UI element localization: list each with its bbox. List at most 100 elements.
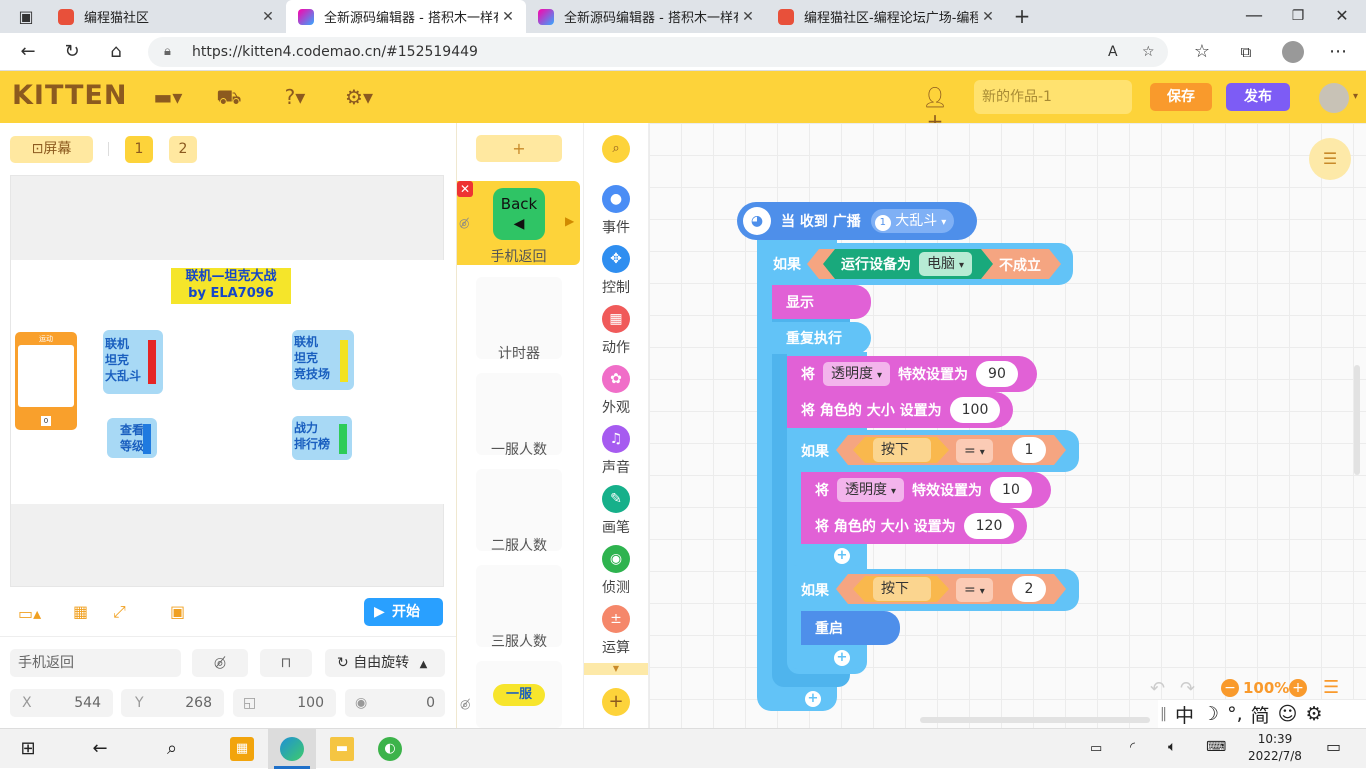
volume-icon[interactable]: 🔈︎: [1168, 739, 1176, 755]
settings-icon[interactable]: ⚙▾: [344, 85, 374, 109]
hidden-eye-icon[interactable]: ◎̸: [459, 216, 469, 230]
screen-button[interactable]: ⊡屏幕: [10, 136, 93, 163]
align-blocks-icon[interactable]: ☰: [1323, 677, 1339, 698]
browser-tab-2[interactable]: 全新源码编辑器 - 搭积木一样有趣 ✕: [286, 0, 526, 33]
repeat-forever-block[interactable]: 重复执行: [772, 322, 871, 354]
set-effect-block[interactable]: 将 透明度 ▾ 特效设置为 90: [787, 356, 1037, 392]
clock[interactable]: 10:39 2022/7/8: [1244, 731, 1306, 765]
add-sprite-button[interactable]: +: [476, 135, 562, 162]
search-icon[interactable]: ⌕: [160, 737, 184, 761]
browser-tab-4[interactable]: 编程猫社区-编程论坛广场-编程学习 ✕: [766, 0, 1006, 33]
delete-sprite-icon[interactable]: ✕: [457, 181, 473, 197]
grid-icon[interactable]: ▦: [73, 602, 88, 621]
lock-toggle-icon[interactable]: ⊓: [260, 649, 312, 677]
y-field[interactable]: Y 268: [121, 689, 224, 717]
app-icon[interactable]: ◐: [378, 737, 402, 761]
close-tab-icon[interactable]: ✕: [498, 9, 518, 25]
refresh-icon[interactable]: ↻: [58, 39, 86, 65]
windows-start-icon[interactable]: ⊞: [16, 737, 40, 761]
category-motion[interactable]: ▦ 动作: [583, 305, 649, 357]
ime-settings-icon[interactable]: ⚙: [1305, 703, 1322, 725]
help-icon[interactable]: ?▾: [280, 85, 310, 109]
set-size-block-2[interactable]: 将 角色的 大小 设置为 120: [801, 508, 1027, 544]
tab-actions-icon[interactable]: ▣: [12, 4, 40, 30]
save-button[interactable]: 保存: [1150, 83, 1212, 111]
sprite-item-selected[interactable]: ✕ ◎̸ Back ◀ ▶ 手机返回: [457, 181, 580, 265]
effect-dropdown[interactable]: 透明度 ▾: [837, 478, 905, 502]
favorites-icon[interactable]: ☆: [1188, 39, 1216, 65]
add-extension-icon[interactable]: +: [602, 688, 630, 716]
device-dropdown[interactable]: 电脑 ▾: [919, 252, 972, 276]
ime-chinese-mode[interactable]: 中: [1175, 701, 1194, 728]
category-looks[interactable]: ✿ 外观: [583, 365, 649, 417]
scroll-down-icon[interactable]: ▼: [584, 663, 648, 675]
screen-tab-1[interactable]: 1: [125, 136, 153, 163]
effect-value-input[interactable]: 10: [990, 477, 1032, 503]
horizontal-scrollbar[interactable]: [920, 717, 1150, 723]
category-operators[interactable]: ± 运算: [583, 605, 649, 657]
broadcast-hat-block[interactable]: ◕ 当 收到 广播 1 大乱斗 ▾: [737, 202, 977, 240]
restore-icon[interactable]: ❐: [1284, 3, 1312, 29]
emoji-icon[interactable]: ☺: [1278, 703, 1298, 725]
notification-icon[interactable]: ▭: [1326, 737, 1341, 756]
screen-tab-2[interactable]: 2: [169, 136, 197, 163]
battery-icon[interactable]: ▭: [1090, 741, 1102, 756]
close-tab-icon[interactable]: ✕: [738, 9, 758, 25]
size-value-input[interactable]: 120: [963, 513, 1015, 539]
user-avatar[interactable]: [1319, 83, 1349, 113]
restart-block[interactable]: 重启: [801, 611, 900, 645]
category-events[interactable]: ● 事件: [583, 185, 649, 237]
zoom-out-icon[interactable]: −: [1221, 679, 1239, 697]
key-pressed-block[interactable]: 按下b▾: [853, 437, 949, 463]
broadcast-dropdown[interactable]: 1 大乱斗 ▾: [870, 209, 955, 233]
ime-simplified[interactable]: 简: [1251, 701, 1270, 728]
stage-ratio-icon[interactable]: ▭▴: [18, 604, 41, 623]
add-favorite-icon[interactable]: ☆: [1142, 37, 1155, 67]
read-aloud-icon[interactable]: A: [1108, 37, 1118, 67]
edge-taskbar-button[interactable]: [268, 729, 316, 769]
compare-value-input[interactable]: 2: [1012, 576, 1046, 602]
more-icon[interactable]: ⋯: [1324, 39, 1352, 65]
set-effect-block-2[interactable]: 将 透明度 ▾ 特效设置为 10: [801, 472, 1051, 508]
fullscreen-icon[interactable]: ⤢: [113, 602, 126, 622]
keyboard-icon[interactable]: ⌨: [1206, 739, 1226, 755]
home-icon[interactable]: ⌂: [102, 39, 130, 65]
add-collaborator-icon[interactable]: 👤︎+: [920, 85, 950, 133]
close-window-icon[interactable]: ✕: [1328, 3, 1356, 29]
store-icon[interactable]: ▦: [230, 737, 254, 761]
minimize-icon[interactable]: —: [1240, 3, 1268, 29]
key-dropdown[interactable]: 按下b▾: [873, 438, 931, 462]
category-sensing[interactable]: ◉ 侦测: [583, 545, 649, 597]
effect-dropdown[interactable]: 透明度 ▾: [823, 362, 891, 386]
effect-value-input[interactable]: 90: [976, 361, 1018, 387]
file-menu-icon[interactable]: ▬▾: [153, 85, 183, 109]
network-icon[interactable]: ◜: [1130, 740, 1135, 755]
set-size-block[interactable]: 将 角色的 大小 设置为 100: [787, 392, 1013, 428]
browser-tab-3[interactable]: 全新源码编辑器 - 搭积木一样有趣 ✕: [526, 0, 766, 33]
start-button[interactable]: ▶ 开始: [364, 598, 443, 626]
collections-icon[interactable]: ⧉: [1232, 39, 1260, 65]
zoom-in-icon[interactable]: +: [1289, 679, 1307, 697]
block-search-icon[interactable]: ☰: [1309, 138, 1351, 180]
add-block-icon[interactable]: +: [834, 548, 850, 564]
work-title-input[interactable]: 新的作品-1: [974, 80, 1132, 114]
add-block-icon[interactable]: +: [834, 650, 850, 666]
add-block-icon[interactable]: +: [805, 691, 821, 707]
sprite-name-input[interactable]: 手机返回: [10, 649, 181, 677]
undo-icon[interactable]: ↶: [1150, 678, 1165, 699]
publish-button[interactable]: 发布: [1226, 83, 1290, 111]
redo-icon[interactable]: ↷: [1180, 678, 1195, 699]
profile-icon[interactable]: [1282, 41, 1304, 63]
hidden-eye-icon[interactable]: ◎̸: [460, 697, 470, 711]
new-tab-icon[interactable]: +: [1008, 3, 1036, 29]
rotation-mode-select[interactable]: ↻ 自由旋转 ▲: [325, 649, 445, 677]
key-pressed-block-2[interactable]: 按下b▾: [853, 576, 949, 602]
motion-card[interactable]: 运动 0: [15, 332, 77, 430]
operator-dropdown[interactable]: = ▾: [956, 439, 993, 463]
show-block[interactable]: 显示: [772, 285, 871, 319]
back-icon[interactable]: ←: [14, 39, 42, 65]
toolbox-icon[interactable]: ⛟: [214, 85, 244, 109]
expand-arrow-icon[interactable]: ▶: [565, 214, 574, 228]
device-condition-block[interactable]: 运行设备为 电脑 ▾: [823, 249, 993, 279]
compare-value-input[interactable]: 1: [1012, 437, 1046, 463]
